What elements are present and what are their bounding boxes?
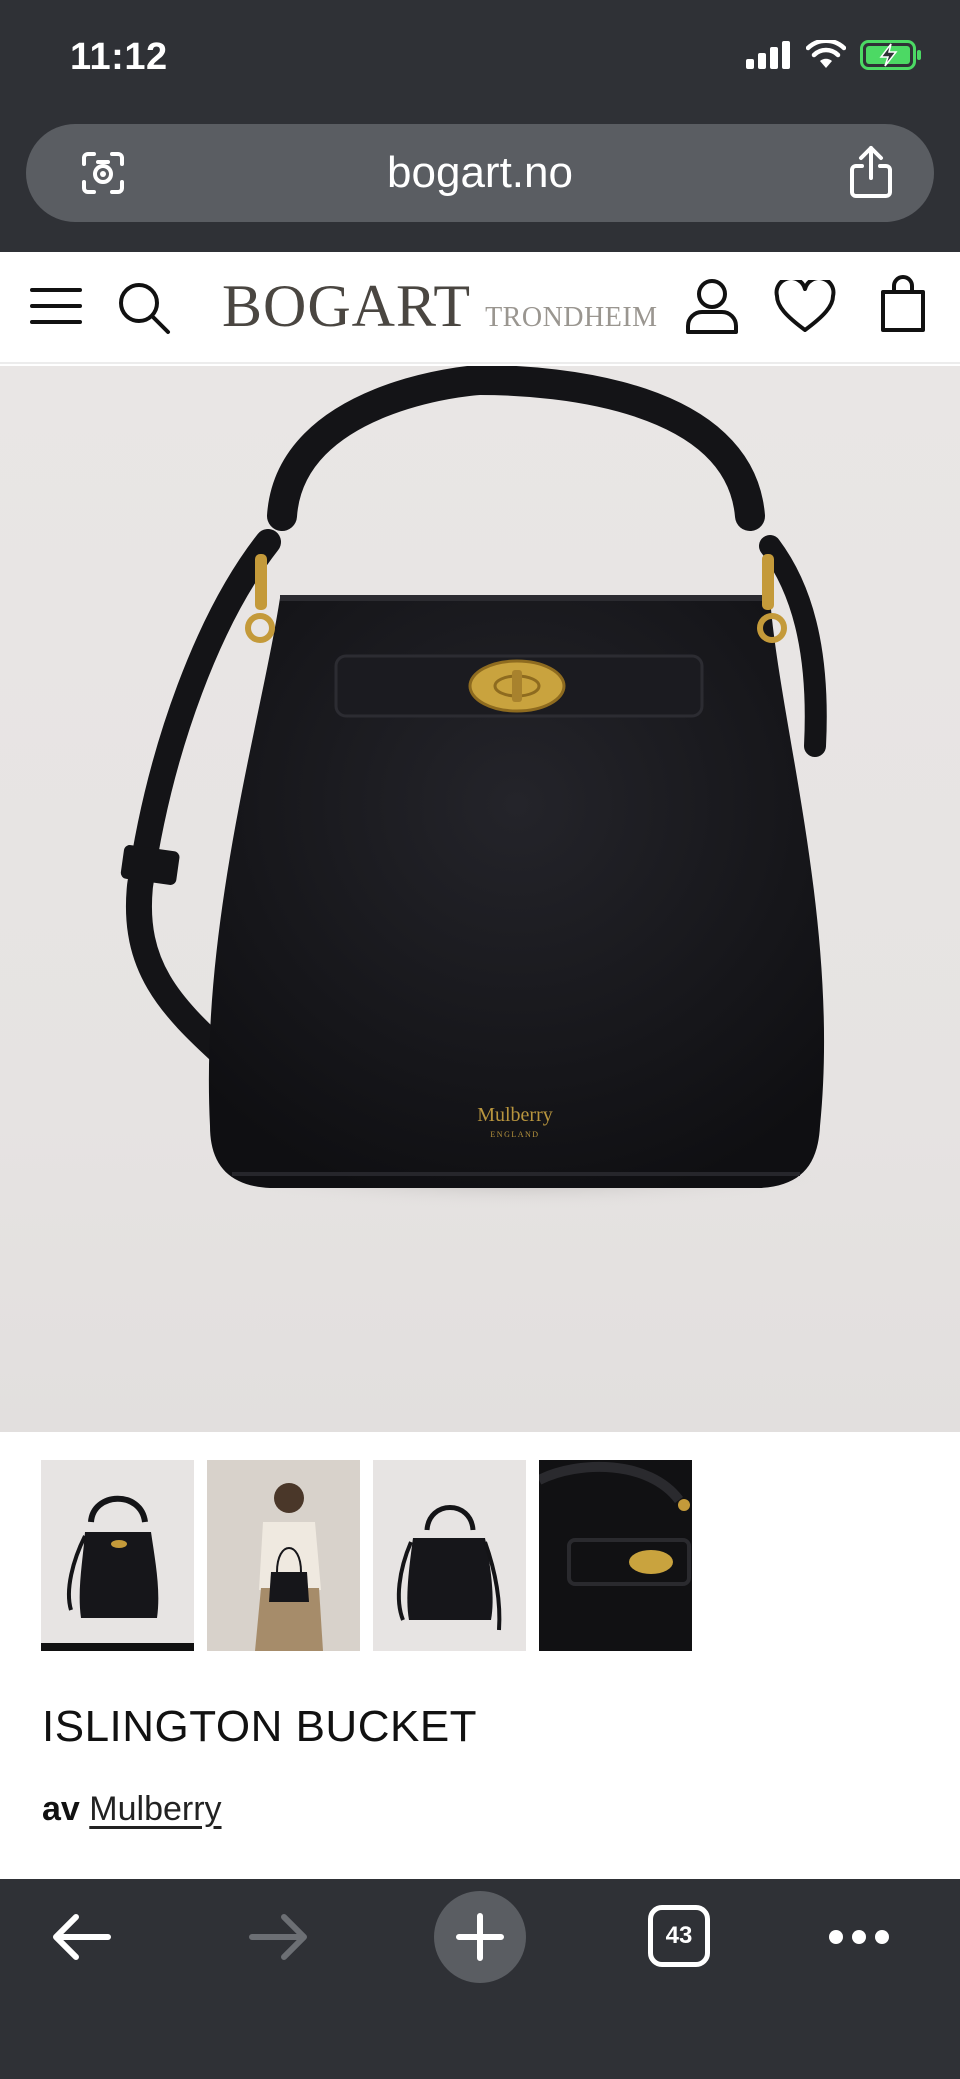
wishlist-icon[interactable] [774, 280, 836, 334]
wifi-icon [806, 40, 846, 68]
brand-prefix: av [42, 1790, 80, 1828]
thumbnail-2[interactable] [207, 1460, 360, 1651]
thumbnail-model-image [255, 1483, 323, 1651]
thumbnail-strip [41, 1460, 692, 1651]
thumbnail-3[interactable] [373, 1460, 526, 1651]
bag-illustration: Mulberry ENGLAND [120, 366, 850, 1210]
back-icon[interactable] [50, 1913, 112, 1961]
plus-icon [456, 1913, 504, 1961]
more-icon[interactable] [828, 1927, 890, 1947]
product-brand-line: av Mulberry [42, 1790, 222, 1829]
site-logo[interactable]: BOGART TRONDHEIM [222, 272, 658, 342]
account-icon[interactable] [684, 276, 740, 336]
new-tab-button[interactable] [434, 1891, 526, 1983]
tabs-button[interactable]: 43 [648, 1905, 710, 1967]
share-icon[interactable] [846, 144, 896, 200]
url-text[interactable]: bogart.no [26, 148, 934, 198]
cart-icon[interactable] [880, 274, 926, 334]
product-title: ISLINGTON BUCKET [42, 1702, 478, 1751]
battery-icon [860, 40, 921, 70]
status-time: 11:12 [70, 36, 168, 78]
logo-sub: TRONDHEIM [485, 302, 658, 333]
thumbnail-1[interactable] [41, 1460, 194, 1651]
thumbnail-detail-image [539, 1460, 692, 1651]
product-main-image[interactable]: Mulberry ENGLAND [0, 366, 960, 1432]
browser-top-bar: 11:12 bogart.no [0, 0, 960, 252]
status-icons [746, 40, 922, 70]
site-header: BOGART TRONDHEIM [0, 252, 960, 364]
forward-icon[interactable] [248, 1913, 310, 1961]
menu-icon[interactable] [30, 286, 82, 326]
browser-bottom-toolbar: 43 [0, 1879, 960, 2079]
signal-icon [746, 41, 790, 69]
thumbnail-4[interactable] [539, 1460, 692, 1651]
bag-brand-sublabel: ENGLAND [490, 1130, 539, 1139]
brand-link[interactable]: Mulberry [89, 1790, 221, 1828]
address-bar[interactable]: bogart.no [26, 124, 934, 222]
logo-main: BOGART [222, 273, 472, 339]
thumbnail-bag-image [66, 1495, 159, 1618]
thumbnail-bag-back-image [396, 1505, 502, 1631]
bag-brand-label: Mulberry [477, 1104, 553, 1126]
search-icon[interactable] [116, 280, 172, 336]
